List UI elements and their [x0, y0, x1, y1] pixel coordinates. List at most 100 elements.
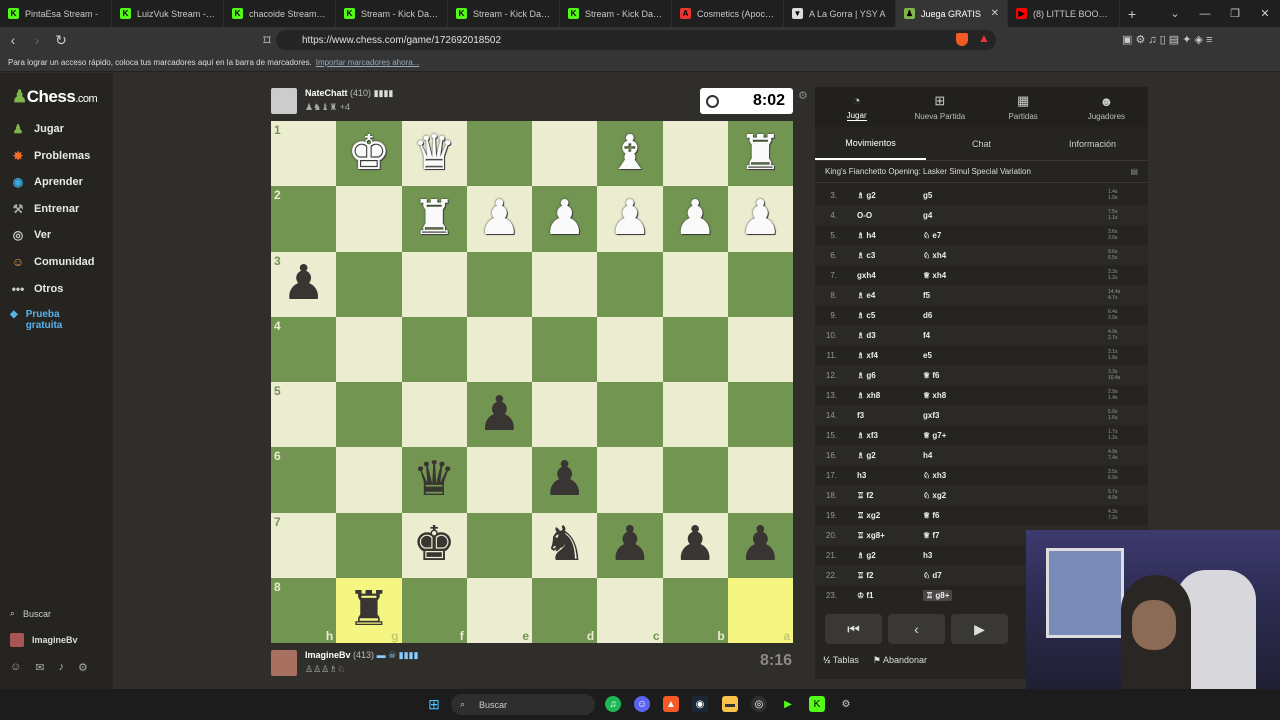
chess-board[interactable]: 1 ♚ ♛ ♝ ♜ 2 ♜ ♟ ♟ ♟ ♟ ♟ 3 ♟ 4 5 ♟ 6 ♛ ♟ 7 ♚ ♞ ♟ ♟ ♟ 8 h g ♜ f e d c b a — [271, 121, 793, 643]
black-rook-icon[interactable]: ♜ — [347, 586, 390, 634]
board-square[interactable]: ♟ — [466, 382, 532, 448]
resign-button[interactable]: ⚑ Abandonar — [873, 655, 927, 666]
white-move[interactable]: ♗ g2 — [857, 191, 923, 200]
white-move[interactable]: ♖ xg2 — [857, 511, 923, 520]
sidebar-search[interactable]: ⌕ Buscar — [10, 608, 51, 619]
board-square[interactable]: ♞ — [532, 512, 598, 578]
white-pawn-icon[interactable]: ♟ — [543, 194, 586, 243]
browser-tab[interactable]: ♟ Juega GRATIS ✕ — [896, 0, 1008, 27]
previous-move-button[interactable]: ‹ — [888, 614, 945, 644]
board-square[interactable] — [662, 447, 728, 513]
board-square[interactable] — [597, 316, 663, 382]
minimize-icon[interactable]: — — [1190, 0, 1220, 27]
subtab-chat[interactable]: Chat — [926, 127, 1037, 160]
board-square[interactable] — [466, 251, 532, 317]
board-square[interactable]: 8h — [271, 577, 337, 643]
forward-icon[interactable]: › — [26, 32, 48, 48]
next-move-button[interactable]: ▶ — [951, 614, 1008, 644]
board-square[interactable] — [401, 382, 467, 448]
first-move-button[interactable]: ⏮ — [825, 614, 882, 644]
board-square[interactable]: 1 — [271, 121, 337, 187]
board-square[interactable]: f — [401, 577, 467, 643]
white-queen-icon[interactable]: ♛ — [413, 129, 456, 178]
close-tab-icon[interactable]: ✕ — [991, 8, 999, 19]
white-move[interactable]: O-O — [857, 211, 923, 220]
white-move[interactable]: ♗ xf3 — [857, 431, 923, 440]
board-square[interactable]: 4 — [271, 316, 337, 382]
browser-tab[interactable]: Kchacoide Stream - Wa — [224, 0, 336, 27]
black-move[interactable]: gxf3 — [923, 411, 993, 420]
browser-tab[interactable]: K PintaEsa Stream - — [0, 0, 112, 27]
brave-icon[interactable]: ▲ — [663, 696, 679, 712]
sidebar-item-ver[interactable]: ◎ Ver — [10, 227, 51, 243]
board-square[interactable] — [727, 251, 793, 317]
board-square[interactable]: ♟ — [466, 186, 532, 252]
obs-icon[interactable]: ◎ — [751, 696, 767, 712]
white-move[interactable]: ♗ xf4 — [857, 351, 923, 360]
white-pawn-icon[interactable]: ♟ — [608, 194, 651, 243]
board-square[interactable]: 6 — [271, 447, 337, 513]
black-pawn-icon[interactable]: ♟ — [478, 390, 521, 439]
extensions-icon[interactable]: ▣ ⚙ ♫ ▯ ▤ ✦ ◈ ≡ — [1122, 33, 1212, 46]
kick-icon[interactable]: K — [809, 696, 825, 712]
sidebar-item-jugar[interactable]: ♟ Jugar — [10, 121, 64, 137]
board-square[interactable]: 3 ♟ — [271, 251, 337, 317]
black-move[interactable]: f4 — [923, 331, 993, 340]
board-square[interactable] — [532, 121, 598, 187]
board-square[interactable]: g ♜ — [336, 577, 402, 643]
sidebar-item-aprender[interactable]: ◉ Aprender — [10, 174, 83, 190]
import-bookmarks-link[interactable]: Importar marcadores ahora... — [316, 58, 420, 67]
board-square[interactable]: ♛ — [401, 121, 467, 187]
black-pawn-icon[interactable]: ♟ — [608, 521, 651, 569]
black-move[interactable]: ♕ f7 — [923, 531, 993, 540]
black-knight-icon[interactable]: ♞ — [543, 521, 586, 569]
board-square[interactable]: c — [597, 577, 663, 643]
white-move[interactable]: ♗ xh8 — [857, 391, 923, 400]
browser-tab[interactable]: K LuizVuk Stream - Wat — [112, 0, 224, 27]
messages-icon[interactable]: ✉ — [35, 661, 44, 674]
restore-icon[interactable]: ❐ — [1220, 0, 1250, 27]
board-square[interactable] — [662, 251, 728, 317]
black-move[interactable]: h3 — [923, 551, 993, 560]
black-move[interactable]: ♕ g7+ — [923, 431, 993, 440]
board-square[interactable]: ♝ — [597, 121, 663, 187]
black-move[interactable]: ♖ g8+ — [923, 589, 953, 601]
sidebar-item-otros[interactable]: ••• Otros — [10, 281, 64, 297]
board-square[interactable]: ♜ — [727, 121, 793, 187]
white-bishop-icon[interactable]: ♝ — [608, 129, 651, 178]
black-pawn-icon[interactable]: ♟ — [282, 260, 325, 308]
white-move[interactable]: ♖ f2 — [857, 491, 923, 500]
top-player-name[interactable]: NateChatt — [305, 88, 348, 98]
board-square[interactable] — [662, 316, 728, 382]
black-pawn-icon[interactable]: ♟ — [543, 455, 586, 504]
chess-logo[interactable]: ♟Chess.com — [12, 87, 98, 107]
board-square[interactable] — [727, 316, 793, 382]
board-square[interactable]: ♟ — [662, 186, 728, 252]
black-move[interactable]: ♕ f6 — [923, 371, 993, 380]
white-move[interactable]: h3 — [857, 471, 923, 480]
tab-search-icon[interactable]: ⌄ — [1160, 0, 1190, 27]
black-move[interactable]: ♘ xh3 — [923, 471, 993, 480]
board-square[interactable] — [532, 382, 598, 448]
black-move[interactable]: d6 — [923, 311, 993, 320]
subtab-información[interactable]: Información — [1037, 127, 1148, 160]
board-square[interactable]: d — [532, 577, 598, 643]
board-square[interactable] — [532, 251, 598, 317]
black-move[interactable]: h4 — [923, 451, 993, 460]
file-explorer-icon[interactable]: ▬ — [722, 696, 738, 712]
black-move[interactable]: g4 — [923, 211, 993, 220]
spotify-icon[interactable]: ♫ — [605, 696, 621, 712]
board-square[interactable]: 5 — [271, 382, 337, 448]
board-square[interactable] — [401, 251, 467, 317]
board-square[interactable]: e — [466, 577, 532, 643]
board-square[interactable]: ♟ — [532, 447, 598, 513]
board-square[interactable]: ♟ — [597, 512, 663, 578]
board-square[interactable]: b — [662, 577, 728, 643]
board-square[interactable]: 7 — [271, 512, 337, 578]
back-icon[interactable]: ‹ — [2, 32, 24, 48]
sidebar-item-problemas[interactable]: ✸ Problemas — [10, 148, 90, 164]
reload-icon[interactable]: ↻ — [50, 32, 72, 49]
white-move[interactable]: ♗ h4 — [857, 231, 923, 240]
white-move[interactable]: ♗ d3 — [857, 331, 923, 340]
board-square[interactable]: ♜ — [401, 186, 467, 252]
